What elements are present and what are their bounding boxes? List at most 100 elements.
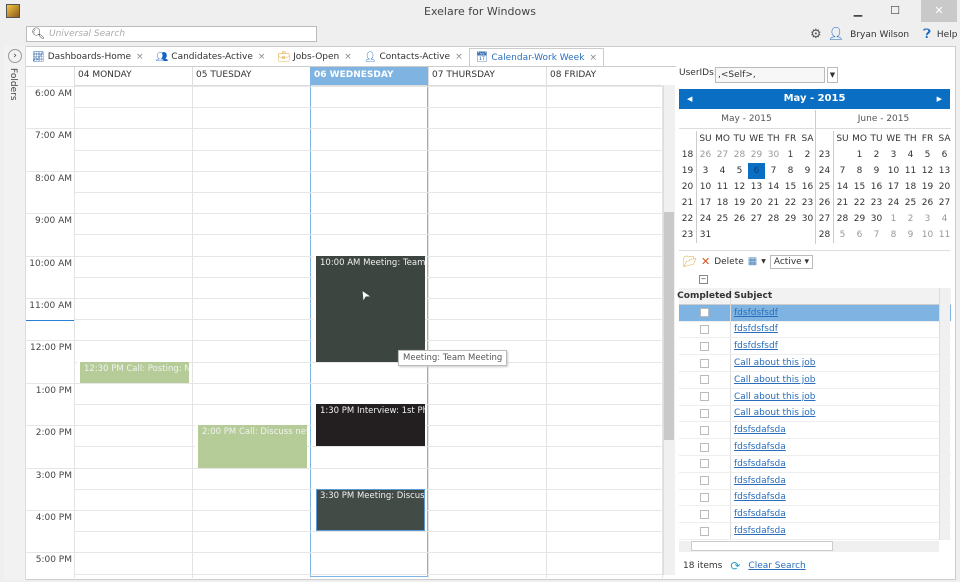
date-cell[interactable]: 9 [868, 163, 885, 179]
calendar-event[interactable]: 2:00 PM Call: Discuss new J [195, 425, 307, 468]
help-link[interactable]: Help [937, 30, 958, 40]
date-cell[interactable]: 12 [919, 163, 936, 179]
subject-link[interactable]: fdsfsdafsda [731, 442, 786, 452]
date-cell[interactable] [799, 227, 816, 243]
minimize-button[interactable]: ▁ [843, 0, 873, 22]
date-cell[interactable]: 4 [902, 147, 919, 163]
calendar-event[interactable]: 3:30 PM Meeting: Discuss r [313, 488, 425, 532]
task-row[interactable]: fdsfdsfsdf [679, 338, 951, 356]
subject-link[interactable]: fdsfsdafsda [731, 526, 786, 536]
date-cell[interactable]: 14 [834, 179, 851, 195]
date-cell[interactable]: 25 [902, 195, 919, 211]
date-cell[interactable]: 15 [782, 179, 799, 195]
date-cell[interactable]: 27 [714, 147, 731, 163]
tab-jobs-open[interactable]: 💼︎ Jobs-Open × [271, 48, 357, 66]
date-cell[interactable]: 1 [885, 211, 902, 227]
date-cell[interactable]: 28 [731, 147, 748, 163]
completed-checkbox[interactable] [700, 324, 709, 334]
completed-checkbox[interactable] [700, 459, 709, 469]
date-cell[interactable]: 2 [868, 147, 885, 163]
date-cell[interactable]: 28 [834, 211, 851, 227]
date-cell[interactable]: 5 [731, 163, 748, 179]
grid-vscrollbar[interactable] [939, 288, 950, 540]
date-cell[interactable]: 3 [919, 211, 936, 227]
date-cell[interactable]: 10 [885, 163, 902, 179]
date-cell[interactable]: 26 [697, 147, 714, 163]
date-cell[interactable]: 18 [902, 179, 919, 195]
tab-dashboards-home[interactable]: 📈︎ Dashboards-Home × [26, 48, 150, 66]
day-header[interactable]: 07 THURSDAY [428, 67, 546, 86]
task-row[interactable]: Call about this job [679, 371, 951, 389]
grid-hscrollbar[interactable] [679, 541, 939, 552]
task-row[interactable]: fdsfdsfsdf [679, 321, 951, 339]
completed-checkbox[interactable] [700, 425, 709, 435]
completed-checkbox[interactable] [700, 375, 709, 385]
subject-link[interactable]: fdsfsdafsda [731, 509, 786, 519]
date-cell[interactable]: 20 [748, 195, 765, 211]
task-row[interactable]: fdsfsdafsda [679, 489, 951, 507]
date-cell[interactable]: 19 [919, 179, 936, 195]
date-cell[interactable]: 2 [799, 147, 816, 163]
date-cell[interactable]: 6 [936, 147, 953, 163]
task-row[interactable]: fdsfsdafsda [679, 523, 951, 540]
date-cell[interactable]: 7 [868, 227, 885, 243]
col-completed[interactable]: Completed [677, 288, 732, 304]
date-cell[interactable]: 8 [782, 163, 799, 179]
date-cell[interactable] [782, 227, 799, 243]
folders-label[interactable]: Folders [8, 68, 18, 101]
date-cell[interactable]: 29 [851, 211, 868, 227]
close-button[interactable]: ✕ [921, 0, 957, 22]
date-cell[interactable]: 10 [697, 179, 714, 195]
subject-link[interactable]: fdsfsdafsda [731, 425, 786, 435]
universal-search-input[interactable]: 🔍︎ Universal Search [26, 26, 317, 42]
userids-dropdown-button[interactable]: ▼ [827, 67, 838, 83]
expand-sidebar-button[interactable]: › [8, 49, 22, 63]
date-cell[interactable]: 26 [731, 211, 748, 227]
task-row[interactable]: fdsfsdafsda [679, 439, 951, 456]
status-filter-dropdown[interactable]: Active ▾ [769, 254, 814, 269]
task-row[interactable]: fdsfsdafsda [679, 506, 951, 524]
date-cell[interactable]: 6 [851, 227, 868, 243]
date-cell[interactable]: 7 [834, 163, 851, 179]
date-cell[interactable]: 21 [834, 195, 851, 211]
tab-calendar-work-week[interactable]: 📅︎ Calendar-Work Week × [468, 48, 604, 66]
date-cell[interactable]: 24 [885, 195, 902, 211]
calendar-event[interactable]: 12:30 PM Call: Posting: Net [77, 361, 189, 383]
day-header[interactable]: 08 FRIDAY [546, 67, 662, 86]
subject-link[interactable]: Call about this job [731, 358, 816, 368]
subject-link[interactable]: fdsfdsfsdf [731, 308, 778, 318]
task-row[interactable]: fdsfsdafsda [679, 472, 951, 490]
open-folder-icon[interactable]: 📂︎ [683, 255, 697, 268]
completed-checkbox[interactable] [700, 526, 709, 536]
close-tab-icon[interactable]: × [258, 52, 266, 62]
date-cell[interactable] [731, 227, 748, 243]
refresh-icon[interactable]: ⟳ [730, 559, 740, 573]
date-cell[interactable]: 1 [782, 147, 799, 163]
date-cell[interactable]: 8 [851, 163, 868, 179]
date-cell[interactable]: 7 [765, 163, 782, 179]
subject-link[interactable]: fdsfdsfsdf [731, 341, 778, 351]
close-tab-icon[interactable]: × [136, 52, 144, 62]
date-cell[interactable]: 13 [936, 163, 953, 179]
date-cell[interactable]: 5 [834, 227, 851, 243]
day-header[interactable]: 04 MONDAY [74, 67, 192, 86]
date-cell[interactable]: 8 [885, 227, 902, 243]
tab-candidates-active[interactable]: 👥︎ Candidates-Active × [150, 48, 272, 66]
date-cell[interactable]: 22 [851, 195, 868, 211]
subject-link[interactable]: fdsfsdafsda [731, 492, 786, 502]
date-cell[interactable]: 1 [851, 147, 868, 163]
date-cell[interactable]: 27 [936, 195, 953, 211]
date-cell[interactable]: 16 [868, 179, 885, 195]
date-cell[interactable]: 17 [697, 195, 714, 211]
subject-link[interactable]: Call about this job [731, 375, 816, 385]
task-row[interactable]: fdsfsdafsda [679, 455, 951, 473]
export-excel-icon[interactable]: ▦ [748, 256, 757, 267]
date-cell[interactable]: 19 [731, 195, 748, 211]
calendar-scrollbar-thumb[interactable] [664, 212, 674, 440]
completed-checkbox[interactable] [700, 392, 709, 402]
date-cell[interactable]: 2 [902, 211, 919, 227]
date-cell[interactable] [714, 227, 731, 243]
date-cell[interactable]: 28 [765, 211, 782, 227]
date-cell[interactable]: 31 [697, 227, 714, 243]
calendar-event[interactable]: 10:00 AM Meeting: Team M [313, 255, 425, 362]
